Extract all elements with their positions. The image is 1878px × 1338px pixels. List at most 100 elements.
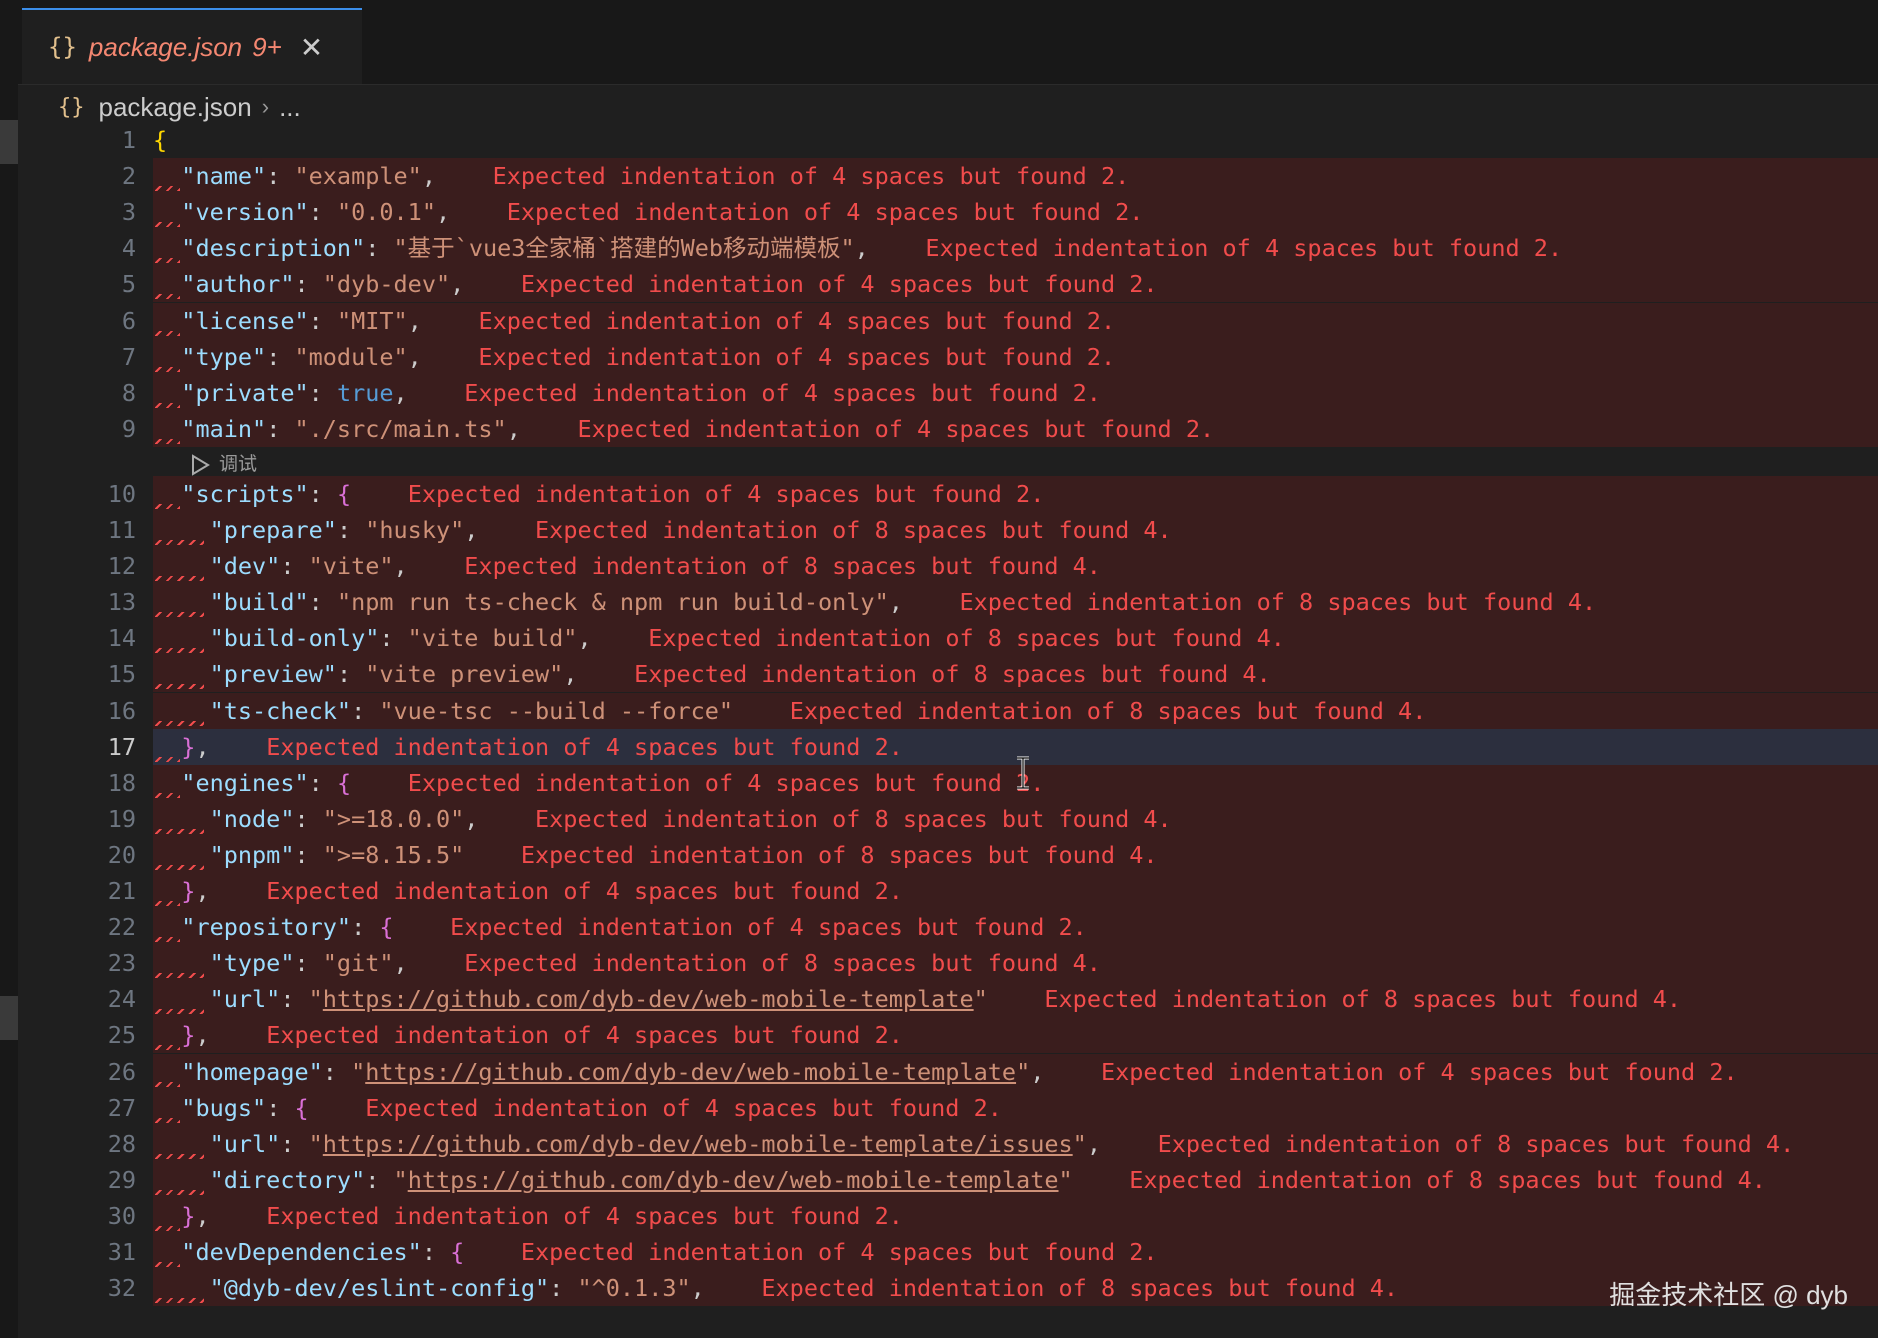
code-token: "main" <box>181 414 267 443</box>
code-line[interactable]: 30 }, Expected indentation of 4 spaces b… <box>18 1197 1878 1234</box>
code-line[interactable]: 8 "private": true, Expected indentation … <box>18 374 1878 411</box>
line-number: 12 <box>107 552 136 581</box>
code-text[interactable]: "type": "git", Expected indentation of 8… <box>153 945 1101 981</box>
code-line[interactable]: 27 "bugs": { Expected indentation of 4 s… <box>18 1089 1878 1126</box>
code-token: , <box>421 162 436 191</box>
code-line[interactable]: 1{ <box>18 122 1878 158</box>
breadcrumb-more[interactable]: ... <box>279 92 301 123</box>
code-text[interactable]: "bugs": { Expected indentation of 4 spac… <box>153 1090 1002 1126</box>
code-text[interactable]: "dev": "vite", Expected indentation of 8… <box>153 548 1101 584</box>
code-token: "author" <box>181 270 295 299</box>
code-line[interactable]: 24 "url": "https://github.com/dyb-dev/we… <box>18 981 1878 1018</box>
code-token: : <box>549 1274 578 1303</box>
code-token: , <box>1030 1057 1045 1086</box>
error-squiggle <box>155 186 180 192</box>
json-file-icon: {} <box>48 33 77 61</box>
code-text[interactable]: "build": "npm run ts-check & npm run bui… <box>153 584 1597 620</box>
scroll-marker <box>0 996 18 1040</box>
code-text[interactable]: { <box>153 122 167 158</box>
code-text[interactable]: "type": "module", Expected indentation o… <box>153 339 1115 375</box>
code-line[interactable]: 10 "scripts": { Expected indentation of … <box>18 475 1878 512</box>
close-icon[interactable]: ✕ <box>300 31 323 64</box>
code-text[interactable]: "engines": { Expected indentation of 4 s… <box>153 765 1044 801</box>
code-text[interactable]: }, Expected indentation of 4 spaces but … <box>153 729 903 765</box>
code-text[interactable]: "homepage": "https://github.com/dyb-dev/… <box>153 1054 1737 1090</box>
code-text[interactable]: "version": "0.0.1", Expected indentation… <box>153 194 1143 230</box>
code-line[interactable]: 14 "build-only": "vite build", Expected … <box>18 620 1878 657</box>
code-text[interactable]: "@dyb-dev/eslint-config": "^0.1.3", Expe… <box>153 1270 1398 1306</box>
code-line[interactable]: 21 }, Expected indentation of 4 spaces b… <box>18 873 1878 909</box>
code-text[interactable]: "node": ">=18.0.0", Expected indentation… <box>153 801 1172 837</box>
inline-gap <box>1073 1166 1130 1194</box>
inline-error-message: Expected indentation of 8 spaces but fou… <box>761 1274 1399 1303</box>
code-text[interactable]: "url": "https://github.com/dyb-dev/web-m… <box>153 981 1681 1017</box>
code-text[interactable]: "build-only": "vite build", Expected ind… <box>153 620 1285 656</box>
code-text[interactable]: "private": true, Expected indentation of… <box>153 375 1101 411</box>
code-line[interactable]: 9 "main": "./src/main.ts", Expected inde… <box>18 410 1878 447</box>
code-line[interactable]: 2 "name": "example", Expected indentatio… <box>18 158 1878 195</box>
code-line[interactable]: 22 "repository": { Expected indentation … <box>18 909 1878 946</box>
code-text[interactable]: "description": "基于`vue3全家桶`搭建的Web移动端模板",… <box>153 230 1562 266</box>
code-token: "vite" <box>308 552 394 581</box>
code-text[interactable]: }, Expected indentation of 4 spaces but … <box>153 873 903 909</box>
error-squiggle <box>155 937 180 943</box>
code-text[interactable]: "prepare": "husky", Expected indentation… <box>153 512 1172 548</box>
error-squiggle <box>155 973 205 979</box>
code-text[interactable]: "license": "MIT", Expected indentation o… <box>153 303 1115 339</box>
code-text[interactable]: "repository": { Expected indentation of … <box>153 909 1087 945</box>
code-token: "description" <box>181 234 366 263</box>
code-token: "engines" <box>181 768 309 797</box>
code-line[interactable]: 23 "type": "git", Expected indentation o… <box>18 945 1878 982</box>
code-token: , <box>195 877 210 905</box>
code-line[interactable]: 13 "build": "npm run ts-check & npm run … <box>18 584 1878 621</box>
code-token: "MIT" <box>336 306 408 335</box>
code-line[interactable]: 20 "pnpm": ">=8.15.5" Expected indentati… <box>18 836 1878 873</box>
code-token: "preview" <box>209 660 337 689</box>
code-line[interactable]: 3 "version": "0.0.1", Expected indentati… <box>18 194 1878 231</box>
code-token: "pnpm" <box>209 840 295 869</box>
code-text[interactable]: "pnpm": ">=8.15.5" Expected indentation … <box>153 837 1158 873</box>
inline-gap <box>478 516 535 544</box>
code-token: "module" <box>294 342 408 371</box>
code-line[interactable]: 31 "devDependencies": { Expected indenta… <box>18 1234 1878 1270</box>
code-text[interactable]: "scripts": { Expected indentation of 4 s… <box>153 476 1044 512</box>
line-number: 9 <box>121 414 136 443</box>
code-token: : <box>280 552 309 581</box>
code-line[interactable]: 11 "prepare": "husky", Expected indentat… <box>18 512 1878 548</box>
code-line[interactable]: 17 }, Expected indentation of 4 spaces b… <box>18 728 1878 765</box>
code-text[interactable]: "main": "./src/main.ts", Expected indent… <box>153 411 1214 447</box>
code-editor[interactable]: 调试 1{2 "name": "example", Expected inden… <box>18 122 1878 1338</box>
code-line[interactable]: 25 }, Expected indentation of 4 spaces b… <box>18 1017 1878 1054</box>
code-text[interactable]: "author": "dyb-dev", Expected indentatio… <box>153 266 1157 302</box>
inline-gap <box>464 1238 521 1266</box>
code-text[interactable]: "ts-check": "vue-tsc --build --force" Ex… <box>153 693 1427 729</box>
code-line[interactable]: 28 "url": "https://github.com/dyb-dev/we… <box>18 1125 1878 1162</box>
code-line[interactable]: 26 "homepage": "https://github.com/dyb-d… <box>18 1053 1878 1090</box>
code-line[interactable]: 6 "license": "MIT", Expected indentation… <box>18 302 1878 339</box>
code-token: https://github.com/dyb-dev/web-mobile-te… <box>322 985 974 1014</box>
breadcrumb-file[interactable]: package.json <box>99 92 252 123</box>
code-line[interactable]: 29 "directory": "https://github.com/dyb-… <box>18 1161 1878 1198</box>
code-text[interactable]: }, Expected indentation of 4 spaces but … <box>153 1198 903 1234</box>
code-text[interactable]: "name": "example", Expected indentation … <box>153 158 1129 194</box>
code-text[interactable]: "url": "https://github.com/dyb-dev/web-m… <box>153 1126 1795 1162</box>
code-line[interactable]: 18 "engines": { Expected indentation of … <box>18 764 1878 801</box>
code-text[interactable]: "directory": "https://github.com/dyb-dev… <box>153 1162 1766 1198</box>
code-line[interactable]: 19 "node": ">=18.0.0", Expected indentat… <box>18 800 1878 837</box>
code-line[interactable]: 16 "ts-check": "vue-tsc --build --force"… <box>18 692 1878 729</box>
code-line[interactable]: 15 "preview": "vite preview", Expected i… <box>18 656 1878 693</box>
code-token: : <box>308 588 337 617</box>
code-line[interactable]: 4 "description": "基于`vue3全家桶`搭建的Web移动端模板… <box>18 230 1878 267</box>
inline-error-message: Expected indentation of 4 spaces but fou… <box>450 913 1087 942</box>
code-token: : <box>351 696 380 725</box>
line-number: 8 <box>121 378 136 407</box>
code-text[interactable]: }, Expected indentation of 4 spaces but … <box>153 1017 903 1053</box>
tab-package-json[interactable]: {} package.json 9+ ✕ <box>22 8 362 84</box>
code-line[interactable]: 7 "type": "module", Expected indentation… <box>18 338 1878 375</box>
code-line[interactable]: 32 "@dyb-dev/eslint-config": "^0.1.3", E… <box>18 1270 1878 1307</box>
code-line[interactable]: 12 "dev": "vite", Expected indentation o… <box>18 548 1878 585</box>
code-text[interactable]: "devDependencies": { Expected indentatio… <box>153 1234 1157 1270</box>
code-text[interactable]: "preview": "vite preview", Expected inde… <box>153 656 1271 692</box>
code-token: : <box>365 1165 394 1194</box>
code-line[interactable]: 5 "author": "dyb-dev", Expected indentat… <box>18 266 1878 303</box>
